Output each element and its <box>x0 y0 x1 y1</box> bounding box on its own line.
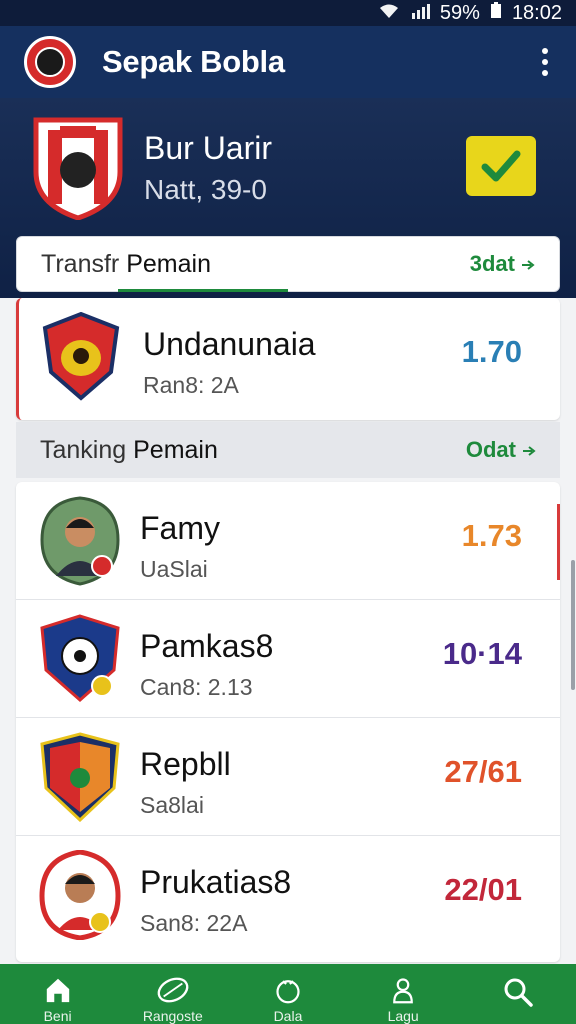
nav-label: Lagu <box>387 1008 419 1024</box>
tab-indicator <box>118 289 288 292</box>
club-crest-icon <box>42 312 120 401</box>
team-icon <box>276 980 300 1004</box>
ranking-section-header: Tanking Pemain Odat <box>16 422 560 478</box>
player-avatar <box>40 496 120 586</box>
status-bar: 59% 18:02 <box>0 0 576 26</box>
player-value: 1.70 <box>461 334 522 369</box>
battery-percent: 59% <box>439 1 480 24</box>
more-menu-icon[interactable] <box>536 42 554 82</box>
wifi-icon <box>378 3 400 24</box>
ranking-see-all-button[interactable]: Odat <box>466 437 536 463</box>
player-rank: Sa8lai <box>140 792 204 818</box>
ranking-list: Famy UaSlai 1.73 Pamkas8 Can8: 2.13 10·1… <box>16 482 560 962</box>
nav-label: Beni <box>43 1008 72 1024</box>
player-rank: San8: 22A <box>140 910 248 936</box>
nav-profile[interactable]: Lagu <box>346 964 461 1024</box>
transfer-title-main: Pemain <box>126 249 211 278</box>
player-name: Repbll <box>140 746 231 782</box>
transfer-item[interactable]: Undanunaia Ran8: 2A 1.70 <box>16 298 560 420</box>
nav-label: Rangoste <box>142 1008 203 1024</box>
player-name: Prukatias8 <box>140 864 292 900</box>
list-item[interactable]: Pamkas8 Can8: 2.13 10·14 <box>16 600 560 718</box>
nav-search[interactable] <box>461 964 576 1024</box>
ranking-title-main: Pemain <box>133 435 218 464</box>
player-rank: Can8: 2.13 <box>140 674 253 700</box>
nav-matches[interactable]: Rangoste <box>115 964 230 1024</box>
list-item[interactable]: Repbll Sa8lai 27/61 <box>16 718 560 836</box>
transfer-title-prefix: Transfr <box>41 249 127 278</box>
player-value: 10·14 <box>442 636 522 671</box>
club-subtitle: Natt, 39-0 <box>144 174 267 205</box>
player-name: Pamkas8 <box>140 628 274 664</box>
nav-team[interactable]: Dala <box>230 964 345 1024</box>
nav-home[interactable]: Beni <box>0 964 115 1024</box>
person-icon <box>393 978 414 1004</box>
player-avatar <box>39 850 121 940</box>
search-icon <box>504 978 534 1007</box>
transfer-section-title: Transfr Pemain <box>41 250 211 279</box>
home-icon <box>46 978 69 1003</box>
club-name: Bur Uarir <box>144 130 273 166</box>
player-rank: UaSlai <box>140 556 208 582</box>
app-bar: Sepak Bobla <box>0 26 576 98</box>
ranking-title-prefix: Tanking <box>40 435 134 464</box>
club-crest-icon <box>40 732 120 822</box>
player-rank: Ran8: 2A <box>143 372 239 398</box>
arrow-right-icon <box>522 437 536 463</box>
nav-label: Dala <box>273 1008 303 1024</box>
club-crest-icon <box>33 117 123 220</box>
transfer-see-all-label: 3dat <box>469 251 515 276</box>
ball-icon <box>157 977 189 1003</box>
battery-icon <box>490 1 502 25</box>
scrollbar[interactable] <box>571 560 575 690</box>
player-value: 27/61 <box>444 754 522 789</box>
list-item[interactable]: Famy UaSlai 1.73 <box>16 482 560 600</box>
arrow-right-icon <box>521 251 535 277</box>
row-accent <box>557 504 560 580</box>
ranking-section-title: Tanking Pemain <box>40 436 218 465</box>
app-title: Sepak Bobla <box>102 44 285 79</box>
app-logo[interactable] <box>24 36 76 88</box>
player-name: Undanunaia <box>143 326 316 362</box>
club-crest-icon <box>40 614 120 703</box>
signal-icon <box>410 3 430 24</box>
bottom-nav: Beni Rangoste Dala Lagu <box>0 964 576 1024</box>
list-item[interactable]: Prukatias8 San8: 22A 22/01 <box>16 836 560 954</box>
ranking-see-all-label: Odat <box>465 437 516 462</box>
check-icon[interactable] <box>466 136 536 196</box>
transfer-section-header: Transfr Pemain 3dat <box>16 236 560 292</box>
player-name: Famy <box>140 510 220 546</box>
clock: 18:02 <box>511 1 562 24</box>
transfer-see-all-button[interactable]: 3dat <box>470 251 535 277</box>
player-value: 22/01 <box>444 872 522 907</box>
player-value: 1.73 <box>461 518 522 553</box>
